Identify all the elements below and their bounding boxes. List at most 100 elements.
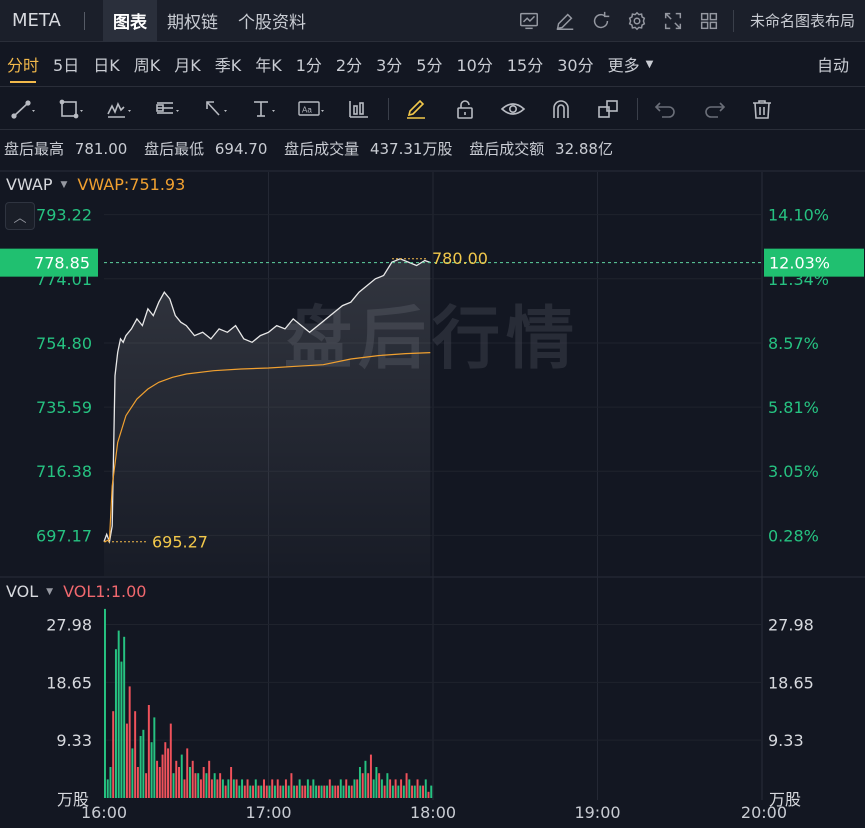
vwap-legend[interactable]: VWAP ▼ VWAP:751.93 [6,175,185,194]
volume-bar [263,779,265,798]
volume-bar [430,785,433,798]
volume-bar [405,773,408,798]
volume-bar [337,785,340,798]
volume-bar [167,748,170,798]
caret-down-icon[interactable]: ▼ [46,587,53,597]
volume-axis-label: 18.65 [768,673,814,692]
volume-bar [158,767,161,798]
volume-bar [147,705,150,798]
volume-bar [298,779,301,798]
volume-bar [150,742,153,798]
volume-bar [238,785,241,798]
volume-unit-label: 万股 [57,790,89,809]
volume-bar [276,779,279,798]
volume-bar [334,785,337,798]
volume-bar [205,773,208,798]
volume-bar [134,711,137,798]
volume-bar [424,779,427,798]
percent-axis-label: 3.05% [768,462,819,481]
vol-legend[interactable]: VOL ▼ VOL1:1.00 [6,582,146,601]
volume-bar [257,785,260,798]
volume-bar [293,785,296,798]
price-axis-label: 735.59 [36,398,92,417]
volume-bar [408,779,411,798]
volume-bar [186,748,189,798]
volume-bar [271,779,274,798]
volume-axis-label: 9.33 [56,731,92,750]
volume-bar [304,785,307,798]
price-axis-label: 793.22 [36,206,92,225]
volume-bar [112,711,115,798]
volume-bar [199,779,202,798]
time-tick-label: 18:00 [410,803,456,822]
high-marker-label: 780.00 [432,249,488,268]
chevron-up-icon: ︿ [13,210,27,226]
volume-bar [114,649,117,798]
volume-bar [136,767,139,798]
volume-bar [394,779,397,798]
volume-bar [378,773,381,798]
volume-bar [375,767,378,798]
volume-axis-label: 9.33 [768,731,804,750]
volume-bar [279,785,282,798]
volume-axis-label: 18.65 [46,673,92,692]
volume-bar [194,773,197,798]
time-tick-label: 17:00 [245,803,291,822]
caret-down-icon[interactable]: ▼ [60,180,67,190]
volume-bar [397,785,400,798]
volume-bar [224,785,227,798]
volume-bar [356,779,359,798]
vwap-indicator-value: VWAP:751.93 [77,175,186,194]
volume-bar [241,779,244,798]
volume-bar [391,785,394,798]
volume-bar [348,785,350,798]
volume-bar [131,748,134,798]
volume-bar [339,779,342,798]
volume-bar [232,779,235,798]
volume-bar [246,779,249,798]
volume-bar [331,785,334,798]
volume-bar [353,779,356,798]
collapse-legend-button[interactable]: ︿ [5,202,35,230]
volume-bar [227,779,230,798]
volume-bar [161,754,164,798]
volume-bar [128,686,131,798]
volume-bar [254,779,257,798]
vol-indicator-name[interactable]: VOL [6,582,38,601]
volume-bar [320,785,323,798]
volume-bar [282,785,285,798]
volume-bar [180,754,183,798]
volume-bar [317,785,320,798]
volume-bar [139,736,142,798]
volume-bar [183,779,186,798]
low-marker-label: 695.27 [152,533,208,552]
volume-bar [364,760,367,798]
price-axis-label: 754.80 [36,334,92,353]
volume-bar [309,785,312,798]
percent-axis-label: 5.81% [768,398,819,417]
percent-axis-label: 14.10% [768,206,829,225]
chart-canvas[interactable]: 16:00 17:00 18:00 19:00 20:00793.22 14.10%774… [0,0,865,828]
volume-bar [427,791,430,798]
current-price-value: 778.85 [34,254,90,273]
volume-bar [386,773,389,798]
volume-bar [350,785,353,798]
volume-bar [249,785,252,798]
volume-bar [273,785,276,798]
current-percent-value: 12.03% [769,254,830,273]
vwap-indicator-name[interactable]: VWAP [6,175,52,194]
volume-bar [210,779,213,798]
volume-bar [123,636,126,798]
volume-bar [295,785,298,798]
volume-bar [389,779,392,798]
volume-bar [268,785,271,798]
volume-bar [221,779,224,798]
volume-bar [197,773,200,798]
volume-bar [169,723,172,798]
volume-bar [284,779,287,798]
vol-indicator-value: VOL1:1.00 [63,582,147,601]
volume-bar [125,723,128,798]
volume-bar [106,779,109,798]
price-area-fill [104,258,431,576]
volume-bar [290,773,293,798]
